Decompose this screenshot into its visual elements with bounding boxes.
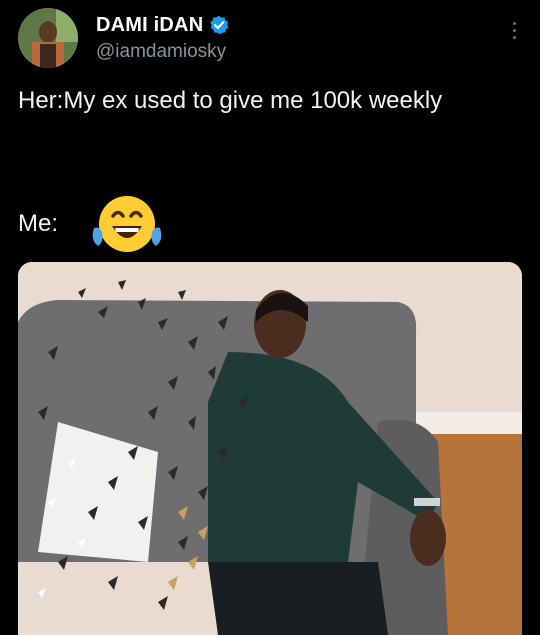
- display-name[interactable]: DAMI iDAN: [96, 14, 203, 37]
- verified-badge-icon: [209, 15, 229, 35]
- tweet-header: DAMI iDAN @iamdamiosky: [18, 8, 522, 68]
- avatar[interactable]: [18, 8, 78, 68]
- tweet-text: Her:My ex used to give me 100k weekly: [18, 87, 443, 114]
- me-row: Me:: [18, 192, 166, 256]
- more-options-icon[interactable]: [510, 22, 518, 46]
- media-image[interactable]: [18, 262, 522, 635]
- handle[interactable]: @iamdamiosky: [96, 41, 229, 63]
- me-label: Me:: [18, 210, 59, 237]
- face-with-tears-of-joy-icon: [88, 192, 166, 256]
